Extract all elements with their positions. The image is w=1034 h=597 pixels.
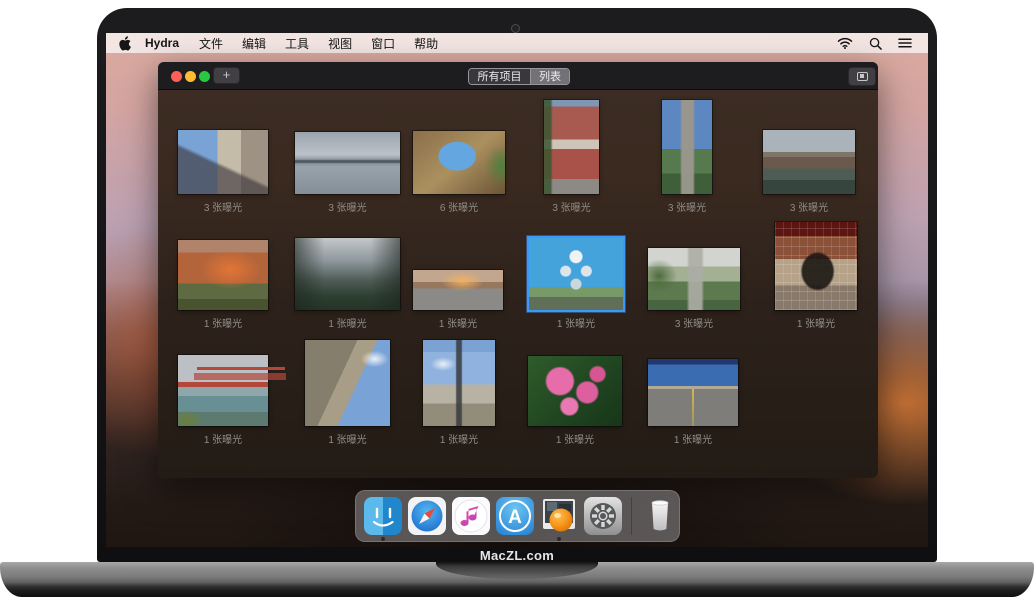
- photo-thumbnail[interactable]: [423, 340, 495, 426]
- photo-thumbnail[interactable]: [662, 100, 712, 194]
- photo-thumbnail[interactable]: [763, 130, 855, 194]
- window-titlebar[interactable]: + 所有项目 列表: [158, 62, 878, 90]
- screenshot-stage: Hydra 文件 编辑 工具 视图 窗口 帮助: [0, 0, 1034, 597]
- view-segmented-control: 所有项目 列表: [468, 68, 570, 85]
- screen-icon: [857, 72, 868, 81]
- photo-cell-pink-flowers[interactable]: 1 张曝光: [528, 356, 622, 426]
- segment-list[interactable]: 列表: [531, 69, 569, 84]
- exposure-label: 1 张曝光: [204, 315, 242, 330]
- menu-edit[interactable]: 编辑: [242, 35, 266, 52]
- exposure-label: 1 张曝光: [439, 315, 477, 330]
- exposure-label: 6 张曝光: [440, 199, 478, 214]
- system-preferences-icon[interactable]: [583, 496, 623, 536]
- notification-center-icon[interactable]: [898, 37, 912, 49]
- minimize-button[interactable]: [185, 71, 196, 82]
- photo-cell-eiffel-tower[interactable]: 1 张曝光: [423, 340, 495, 426]
- photo-cell-tower-in-trees[interactable]: 3 张曝光: [648, 248, 740, 310]
- app-store-icon[interactable]: A: [495, 496, 535, 536]
- dock-separator: [631, 497, 632, 535]
- photo-cell-bell-tower[interactable]: 3 张曝光: [662, 100, 712, 194]
- photo-thumbnail-selected[interactable]: [529, 238, 623, 310]
- zoom-button[interactable]: [199, 71, 210, 82]
- photo-thumbnail[interactable]: [775, 222, 857, 310]
- photo-cell-glass-apple-store[interactable]: 1 张曝光: [775, 222, 857, 310]
- photo-thumbnail[interactable]: [413, 131, 505, 194]
- exposure-label: 1 张曝光: [797, 315, 835, 330]
- wifi-icon[interactable]: [837, 37, 853, 49]
- macbook-base: [0, 562, 1034, 597]
- exposure-label: 1 张曝光: [674, 431, 712, 446]
- apple-logo-icon[interactable]: [118, 36, 131, 51]
- photo-thumbnail[interactable]: [178, 355, 268, 426]
- hydra-window: + 所有项目 列表 3 张曝光 3 张曝光: [158, 62, 878, 478]
- bezel-brand-text: MacZL.com: [97, 548, 937, 563]
- photo-cell-palace-of-fine-arts[interactable]: 3 张曝光: [763, 130, 855, 194]
- finder-running-indicator: [381, 537, 385, 541]
- photo-thumbnail[interactable]: [648, 359, 738, 426]
- exposure-label: 1 张曝光: [440, 431, 478, 446]
- exposure-label: 3 张曝光: [204, 199, 242, 214]
- photo-cell-stick-sculpture[interactable]: 6 张曝光: [413, 131, 505, 194]
- photo-thumbnail[interactable]: [544, 100, 599, 194]
- itunes-icon[interactable]: [451, 496, 491, 536]
- menu-help[interactable]: 帮助: [414, 35, 438, 52]
- exposure-label: 3 张曝光: [675, 315, 713, 330]
- add-button[interactable]: +: [213, 67, 240, 84]
- photo-thumbnail[interactable]: [528, 356, 622, 426]
- exposure-label: 1 张曝光: [557, 315, 595, 330]
- menu-bar: Hydra 文件 编辑 工具 视图 窗口 帮助: [106, 33, 928, 53]
- exposure-label: 3 张曝光: [668, 199, 706, 214]
- photo-cell-red-brick-building[interactable]: 3 张曝光: [544, 100, 599, 194]
- desktop-wallpaper: Hydra 文件 编辑 工具 视图 窗口 帮助: [106, 33, 928, 547]
- photo-thumbnail[interactable]: [178, 240, 268, 310]
- menu-view[interactable]: 视图: [328, 35, 352, 52]
- photo-thumbnail[interactable]: [648, 248, 740, 310]
- exposure-label: 3 张曝光: [552, 199, 590, 214]
- menu-window[interactable]: 窗口: [371, 35, 395, 52]
- photo-cell-sunset-road[interactable]: 1 张曝光: [413, 270, 503, 310]
- menu-app-name[interactable]: Hydra: [145, 36, 179, 50]
- photo-thumbnail[interactable]: [305, 340, 390, 426]
- macbook-frame: Hydra 文件 编辑 工具 视图 窗口 帮助: [97, 8, 937, 562]
- exposure-label: 3 张曝光: [790, 199, 828, 214]
- exposure-label: 3 张曝光: [328, 199, 366, 214]
- trash-icon[interactable]: [640, 496, 680, 536]
- photo-thumbnail[interactable]: [413, 270, 503, 310]
- finder-icon[interactable]: [363, 496, 403, 536]
- menu-tools[interactable]: 工具: [285, 35, 309, 52]
- photo-thumbnail[interactable]: [295, 238, 400, 310]
- exposure-label: 1 张曝光: [204, 431, 242, 446]
- webcam-dot: [511, 24, 520, 33]
- lid-notch: [436, 562, 598, 579]
- hydra-running-indicator: [557, 537, 561, 541]
- segment-all-items[interactable]: 所有项目: [469, 69, 531, 84]
- exposure-label: 1 张曝光: [556, 431, 594, 446]
- photo-cell-church-tower[interactable]: 3 张曝光: [178, 130, 268, 194]
- close-button[interactable]: [171, 71, 182, 82]
- safari-icon[interactable]: [407, 496, 447, 536]
- photo-thumbnail[interactable]: [295, 132, 400, 194]
- svg-text:A: A: [508, 507, 522, 528]
- photo-cell-mountain-valley[interactable]: 1 张曝光: [295, 238, 400, 310]
- exposure-label: 1 张曝光: [328, 315, 366, 330]
- photo-cell-golden-gate-bridge[interactable]: 1 张曝光: [178, 355, 268, 426]
- photo-cell-ornate-facade[interactable]: 1 张曝光: [305, 340, 390, 426]
- exposure-label: 1 张曝光: [328, 431, 366, 446]
- spotlight-search-icon[interactable]: [869, 37, 882, 50]
- dock: A: [355, 490, 680, 542]
- display-mode-button[interactable]: [848, 67, 876, 86]
- photo-cell-red-rock-canyon[interactable]: 1 张曝光: [178, 240, 268, 310]
- photo-cell-atomium-selected[interactable]: 1 张曝光: [529, 238, 623, 310]
- photo-thumbnail[interactable]: [178, 130, 268, 194]
- menu-file[interactable]: 文件: [199, 35, 223, 52]
- photo-cell-bay-bridge[interactable]: 3 张曝光: [295, 132, 400, 194]
- hydra-app-icon[interactable]: [539, 496, 579, 536]
- photo-cell-desert-road[interactable]: 1 张曝光: [648, 359, 738, 426]
